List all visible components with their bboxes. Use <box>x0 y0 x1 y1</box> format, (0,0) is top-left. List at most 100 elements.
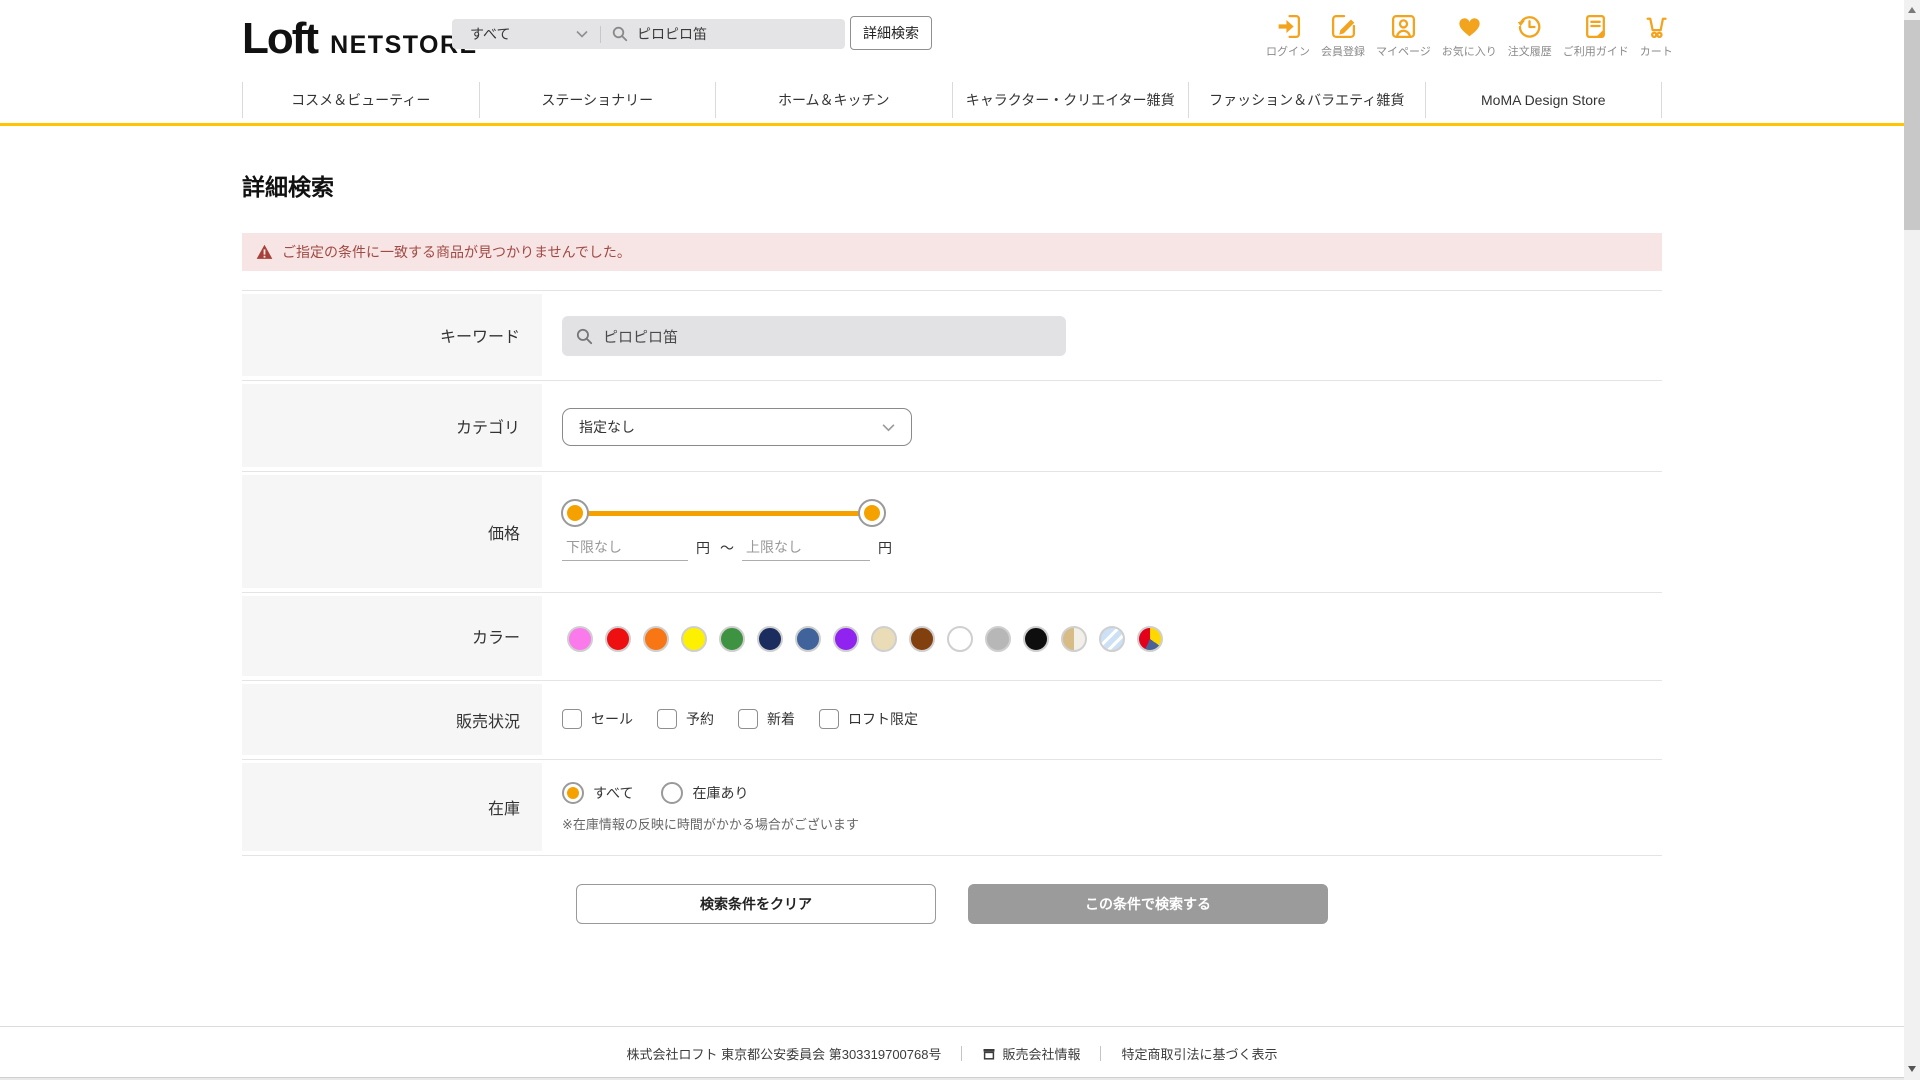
stock-label: 在庫 <box>242 763 542 851</box>
color-swatch-white[interactable] <box>947 626 973 652</box>
search-with-conditions-button[interactable]: この条件で検索する <box>968 884 1328 924</box>
sales-status-options: セール 予約 新着 ロフト限定 <box>562 709 942 729</box>
chevron-down-icon <box>576 30 588 38</box>
radio-label: すべて <box>593 785 634 801</box>
checkbox-label: ロフト限定 <box>848 711 918 727</box>
search-icon <box>612 26 628 42</box>
radio-all[interactable]: すべて <box>562 782 633 804</box>
header-search-input[interactable] <box>628 19 845 49</box>
color-swatch-gray[interactable] <box>985 626 1011 652</box>
keyword-label: キーワード <box>242 294 542 376</box>
order-history-link[interactable]: 注文履歴 <box>1508 13 1552 59</box>
quick-link-label: カート <box>1639 46 1673 58</box>
price-slider-track[interactable] <box>575 511 872 516</box>
stock-note: ※在庫情報の反映に時間がかかる場合がございます <box>562 817 859 832</box>
store-icon <box>983 1048 995 1060</box>
clear-conditions-button[interactable]: 検索条件をクリア <box>576 884 936 924</box>
scrollbar-thumb[interactable] <box>1904 20 1920 230</box>
color-row: カラー <box>242 593 1662 681</box>
search-divider <box>600 25 601 43</box>
footer-company-text: 株式会社ロフト 東京都公安委員会 第303319700768号 <box>626 1047 942 1062</box>
radio-button-selected <box>562 782 584 804</box>
price-min-field <box>562 534 688 561</box>
register-icon <box>1331 14 1355 39</box>
nav-item-cosme[interactable]: コスメ＆ビューティー <box>242 82 479 118</box>
category-select[interactable]: 指定なし <box>562 408 912 446</box>
scrollbar-down-arrow[interactable] <box>1908 1066 1916 1072</box>
guide-link[interactable]: ご利用ガイド <box>1563 13 1629 59</box>
category-select-value: 指定なし <box>579 419 635 435</box>
checkbox-loft-limited[interactable]: ロフト限定 <box>819 709 918 729</box>
keyword-row: キーワード <box>242 291 1662 381</box>
quick-link-label: 会員登録 <box>1321 46 1365 58</box>
login-link[interactable]: ログイン <box>1266 13 1310 59</box>
price-unit-max: 円 <box>878 540 892 556</box>
price-max-input[interactable] <box>742 534 870 560</box>
cart-link[interactable]: カート <box>1640 13 1673 59</box>
mypage-link[interactable]: マイページ <box>1376 13 1431 59</box>
footer: 株式会社ロフト 東京都公安委員会 第303319700768号 販売会社情報 特… <box>0 1026 1904 1063</box>
logo-main: Loft <box>242 14 319 63</box>
color-swatch-blue[interactable] <box>795 626 821 652</box>
history-icon <box>1518 16 1541 38</box>
header-quick-links: ログイン 会員登録 マイページ お気に入り 注文履歴 ご利用ガイド カート <box>1266 13 1673 59</box>
scrollbar[interactable] <box>1904 0 1920 1080</box>
stock-options: すべて 在庫あり <box>562 782 776 804</box>
category-row: カテゴリ 指定なし <box>242 381 1662 472</box>
price-row: 価格 円 ～ 円 <box>242 472 1662 593</box>
nav-item-home-kitchen[interactable]: ホーム＆キッチン <box>715 82 952 118</box>
color-swatch-beige[interactable] <box>871 626 897 652</box>
category-nav: コスメ＆ビューティー ステーショナリー ホーム＆キッチン キャラクター・クリエイ… <box>242 82 1662 118</box>
footer-separator <box>1100 1046 1102 1061</box>
footer-link-seller-info[interactable]: 販売会社情報 <box>982 1044 1080 1063</box>
color-swatch-yellow[interactable] <box>681 626 707 652</box>
chevron-down-icon <box>882 423 895 431</box>
checkbox-sale[interactable]: セール <box>562 709 633 729</box>
price-min-input[interactable] <box>562 534 688 560</box>
color-swatch-navy[interactable] <box>757 626 783 652</box>
footer-link-label: 販売会社情報 <box>1002 1047 1081 1062</box>
radio-label: 在庫あり <box>692 785 749 801</box>
color-swatch-gold[interactable] <box>1061 626 1087 652</box>
detail-search-button[interactable]: 詳細検索 <box>850 16 932 50</box>
heart-icon <box>1459 18 1480 37</box>
logo[interactable]: Loft NETSTORE <box>242 14 478 64</box>
color-swatch-green[interactable] <box>719 626 745 652</box>
quick-link-label: 注文履歴 <box>1507 46 1552 58</box>
register-link[interactable]: 会員登録 <box>1321 13 1365 59</box>
color-swatch-orange[interactable] <box>643 626 669 652</box>
color-swatch-black[interactable] <box>1023 626 1049 652</box>
scrollbar-up-arrow[interactable] <box>1908 7 1916 13</box>
search-scope-select[interactable]: すべて <box>452 19 600 49</box>
checkbox-preorder[interactable]: 予約 <box>657 709 714 729</box>
price-slider-handle-min[interactable] <box>561 499 589 527</box>
footer-link-legal[interactable]: 特定商取引法に基づく表示 <box>1121 1044 1277 1063</box>
header-search-bar: すべて <box>452 19 845 49</box>
nav-item-stationery[interactable]: ステーショナリー <box>478 82 716 118</box>
favorites-link[interactable]: お気に入り <box>1442 13 1497 59</box>
nav-item-moma[interactable]: MoMA Design Store <box>1424 82 1662 118</box>
price-slider-handle-max[interactable] <box>858 499 886 527</box>
nav-item-fashion[interactable]: ファッション＆バラエティ雑貨 <box>1188 82 1425 118</box>
sales-status-label: 販売状況 <box>242 684 542 755</box>
color-swatch-multicolor[interactable] <box>1137 626 1163 652</box>
search-scope-value: すべて <box>470 26 511 42</box>
radio-in-stock[interactable]: 在庫あり <box>661 782 748 804</box>
checkbox-new[interactable]: 新着 <box>738 709 795 729</box>
quick-link-label: マイページ <box>1376 46 1431 58</box>
keyword-input[interactable] <box>603 327 1066 345</box>
login-icon <box>1278 14 1300 39</box>
color-swatch-red[interactable] <box>605 626 631 652</box>
color-label: カラー <box>242 596 542 676</box>
checkbox-label: 予約 <box>686 711 714 727</box>
checkbox-box <box>738 709 758 729</box>
color-swatch-purple[interactable] <box>833 626 859 652</box>
nav-item-character[interactable]: キャラクター・クリエイター雑貨 <box>951 82 1189 118</box>
sales-status-row: 販売状況 セール 予約 新着 ロフト限定 <box>242 681 1662 760</box>
color-swatch-clear[interactable] <box>1099 626 1125 652</box>
site-header: Loft NETSTORE すべて 詳細検索 ログイン 会員登録 <box>0 0 1904 126</box>
color-swatch-pink[interactable] <box>567 626 593 652</box>
color-swatch-brown[interactable] <box>909 626 935 652</box>
checkbox-box <box>819 709 839 729</box>
radio-button <box>661 782 684 804</box>
